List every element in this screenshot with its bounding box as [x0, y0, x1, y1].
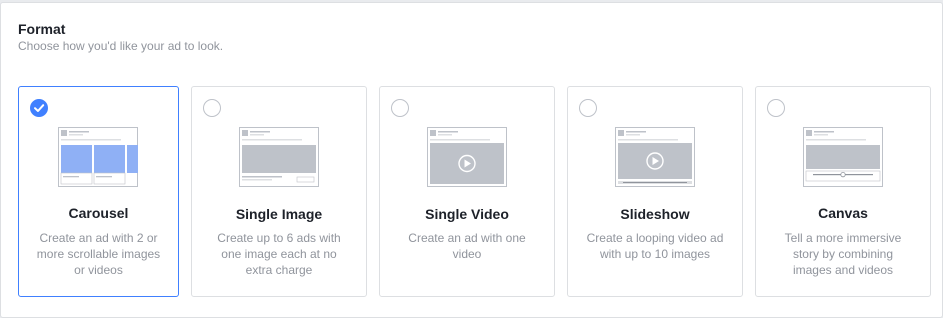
- card-description: Create a looping video ad with up to 10 …: [586, 231, 724, 261]
- radio-unselected[interactable]: [203, 99, 221, 117]
- canvas-preview-icon: [803, 127, 883, 187]
- card-description: Create up to 6 ads with one image each a…: [217, 231, 341, 277]
- radio-unselected[interactable]: [391, 99, 409, 117]
- single-video-preview-icon: [427, 127, 507, 187]
- slideshow-preview-icon: [615, 127, 695, 187]
- format-card-canvas[interactable]: Canvas Tell a more immersive story by co…: [755, 86, 931, 297]
- card-title: Slideshow: [620, 206, 690, 222]
- checkmark-icon: [34, 104, 45, 112]
- section-subtitle: Choose how you'd like your ad to look.: [18, 39, 224, 53]
- card-title: Single Image: [235, 206, 323, 222]
- radio-unselected[interactable]: [579, 99, 597, 117]
- radio-selected[interactable]: [30, 99, 48, 117]
- format-card-single-image[interactable]: Single Image Create up to 6 ads with one…: [191, 86, 367, 297]
- format-card-single-video[interactable]: Single Video Create an ad with one video: [379, 86, 555, 297]
- card-title: Carousel: [68, 205, 129, 221]
- format-card-carousel[interactable]: Carousel Create an ad with 2 or more scr…: [18, 86, 179, 297]
- carousel-preview-icon: [58, 127, 138, 187]
- format-card-slideshow[interactable]: Slideshow Create a looping video ad with…: [567, 86, 743, 297]
- single-image-preview-icon: [239, 127, 319, 187]
- section-title: Format: [18, 21, 66, 37]
- card-description: Tell a more immersive story by combining…: [784, 231, 902, 277]
- card-description: Create an ad with one video: [408, 231, 526, 261]
- card-description: Create an ad with 2 or more scrollable i…: [36, 231, 161, 277]
- radio-unselected[interactable]: [767, 99, 785, 117]
- card-title: Canvas: [818, 205, 868, 221]
- card-title: Single Video: [425, 206, 509, 222]
- format-panel: Format Choose how you'd like your ad to …: [0, 2, 943, 318]
